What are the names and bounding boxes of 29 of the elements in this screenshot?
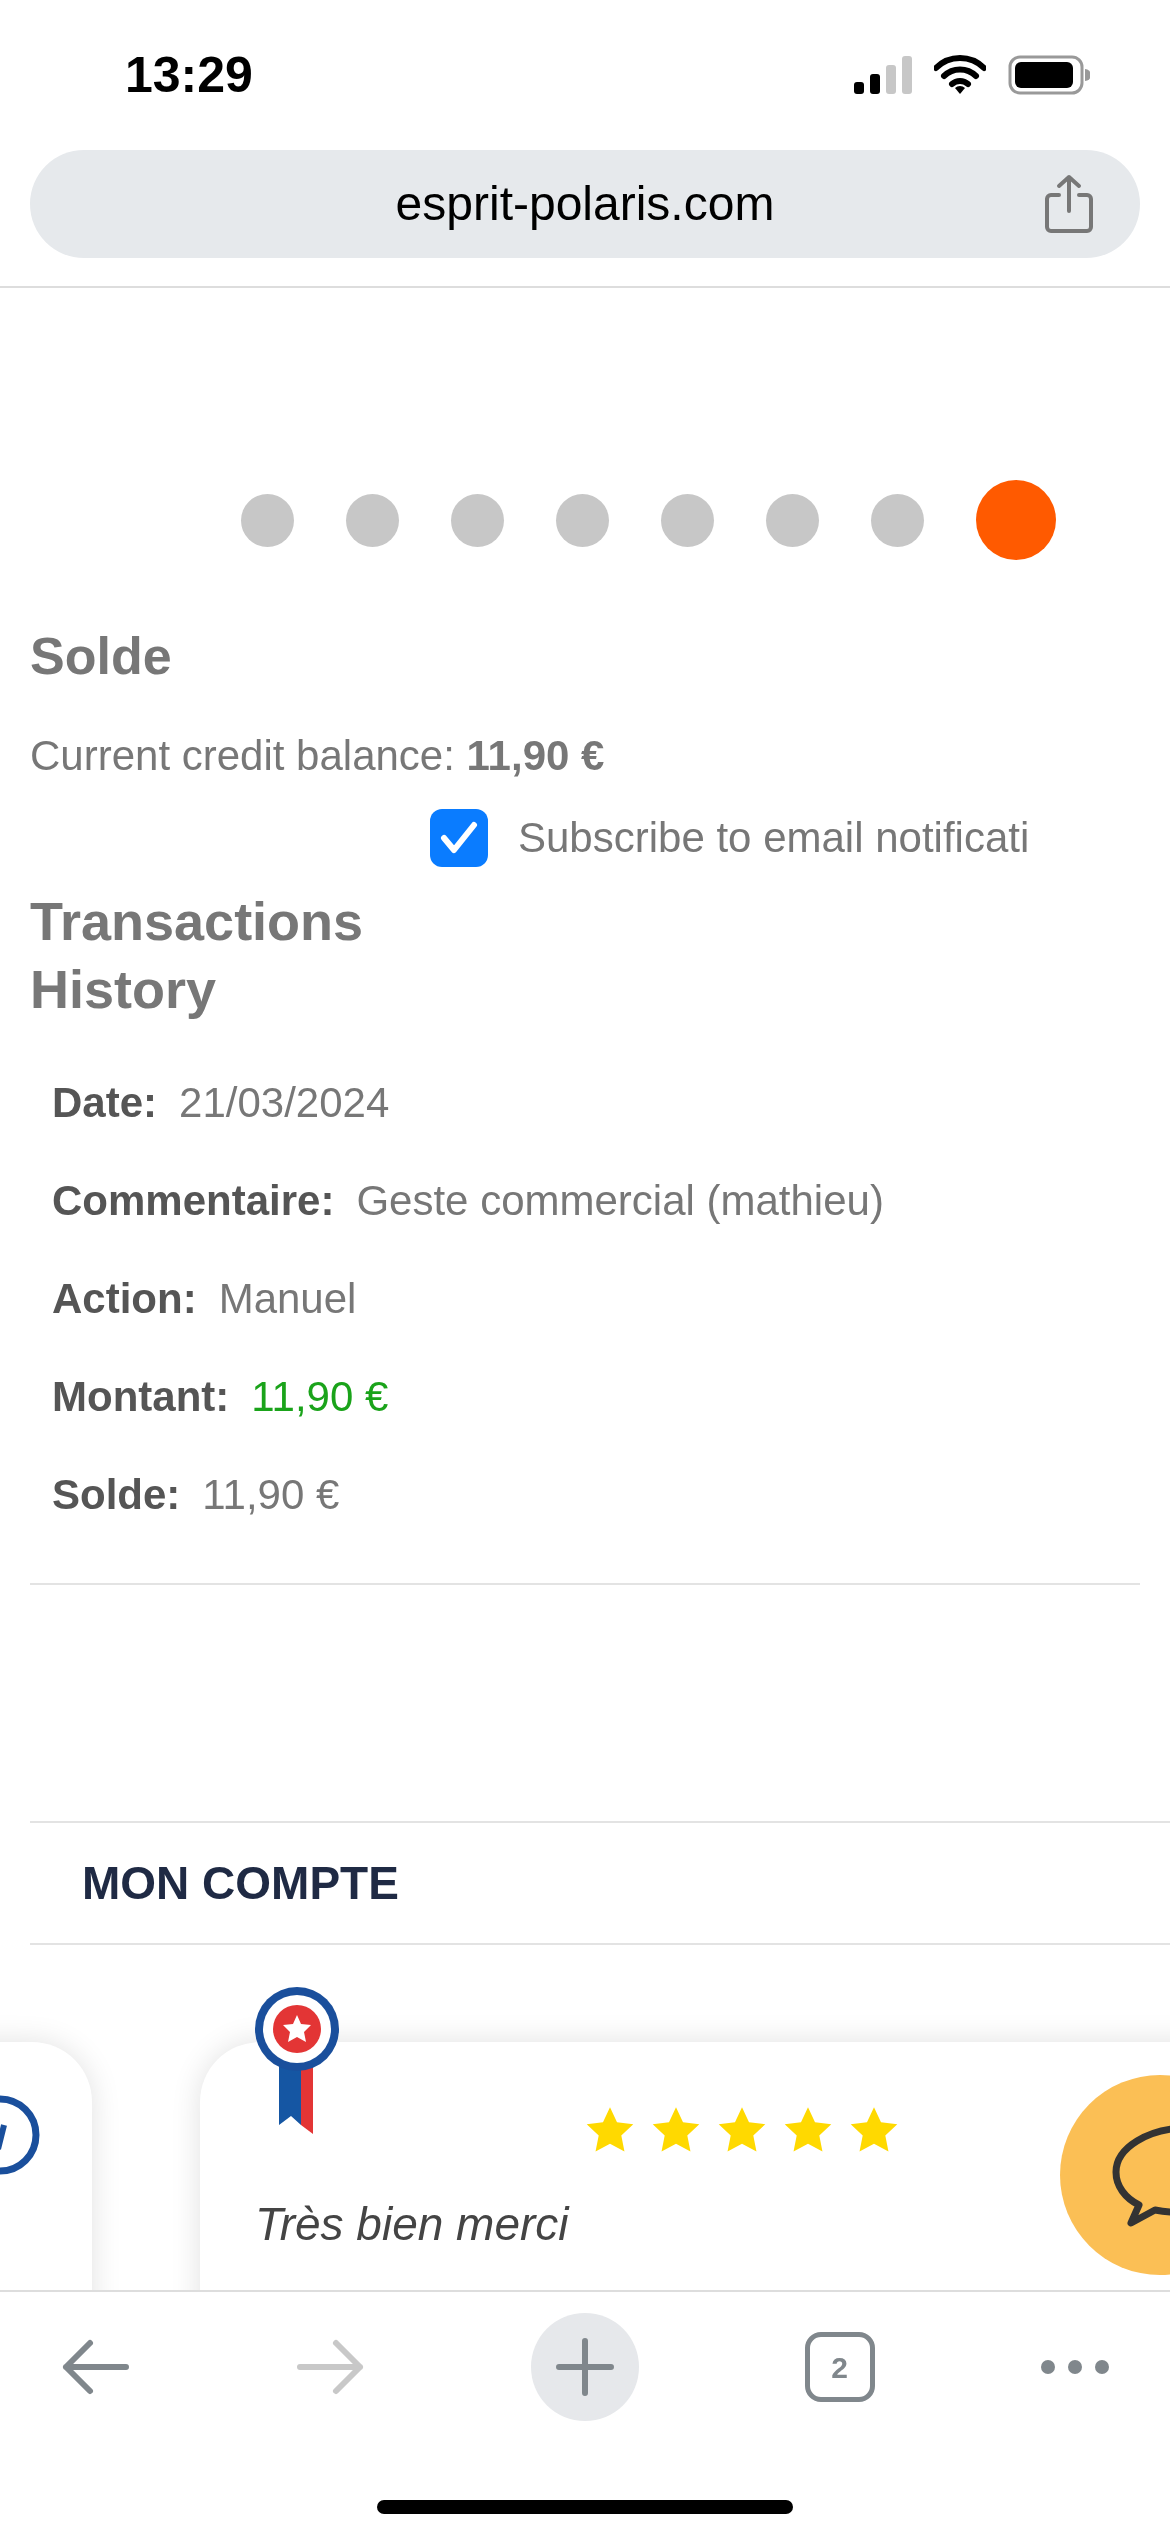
checkbox-label: Subscribe to email notificati <box>518 813 1030 863</box>
signal-icon <box>854 56 912 94</box>
checkbox[interactable] <box>430 808 488 867</box>
field-value: 11,90 € <box>251 1371 389 1422</box>
url-text: esprit-polaris.com <box>395 176 775 232</box>
battery-icon <box>1008 55 1090 95</box>
share-icon[interactable] <box>1043 173 1095 235</box>
field-value: 21/03/2024 <box>179 1077 390 1128</box>
more-icon[interactable] <box>1040 2359 1110 2375</box>
tabs-button[interactable]: 2 <box>804 2332 875 2402</box>
field-label: Action: <box>52 1273 197 1324</box>
section-title[interactable]: MON COMPTE <box>82 1848 399 1918</box>
balance-text: Current credit balance: 11,90 € <box>30 731 606 781</box>
field-value: Geste commercial (mathieu) <box>356 1175 884 1226</box>
section-heading: Solde <box>30 626 173 687</box>
field-label: Montant: <box>52 1371 230 1422</box>
field-value: Manuel <box>218 1273 357 1324</box>
wifi-icon <box>934 55 986 95</box>
status-time: 13:29 <box>125 45 253 105</box>
address-bar[interactable]: esprit-polaris.com <box>30 150 1140 258</box>
field-value: 11,90 € <box>202 1469 340 1520</box>
check-icon <box>439 819 479 856</box>
field-label: Solde: <box>52 1469 181 1520</box>
section-heading: Transactions History <box>30 890 365 1021</box>
review-text: Très bien merci <box>255 2197 569 2252</box>
field-label: Date: <box>52 1077 158 1128</box>
plus-icon <box>556 2338 614 2396</box>
field-label: Commentaire: <box>52 1175 335 1226</box>
back-arrow-icon[interactable] <box>60 2338 130 2396</box>
